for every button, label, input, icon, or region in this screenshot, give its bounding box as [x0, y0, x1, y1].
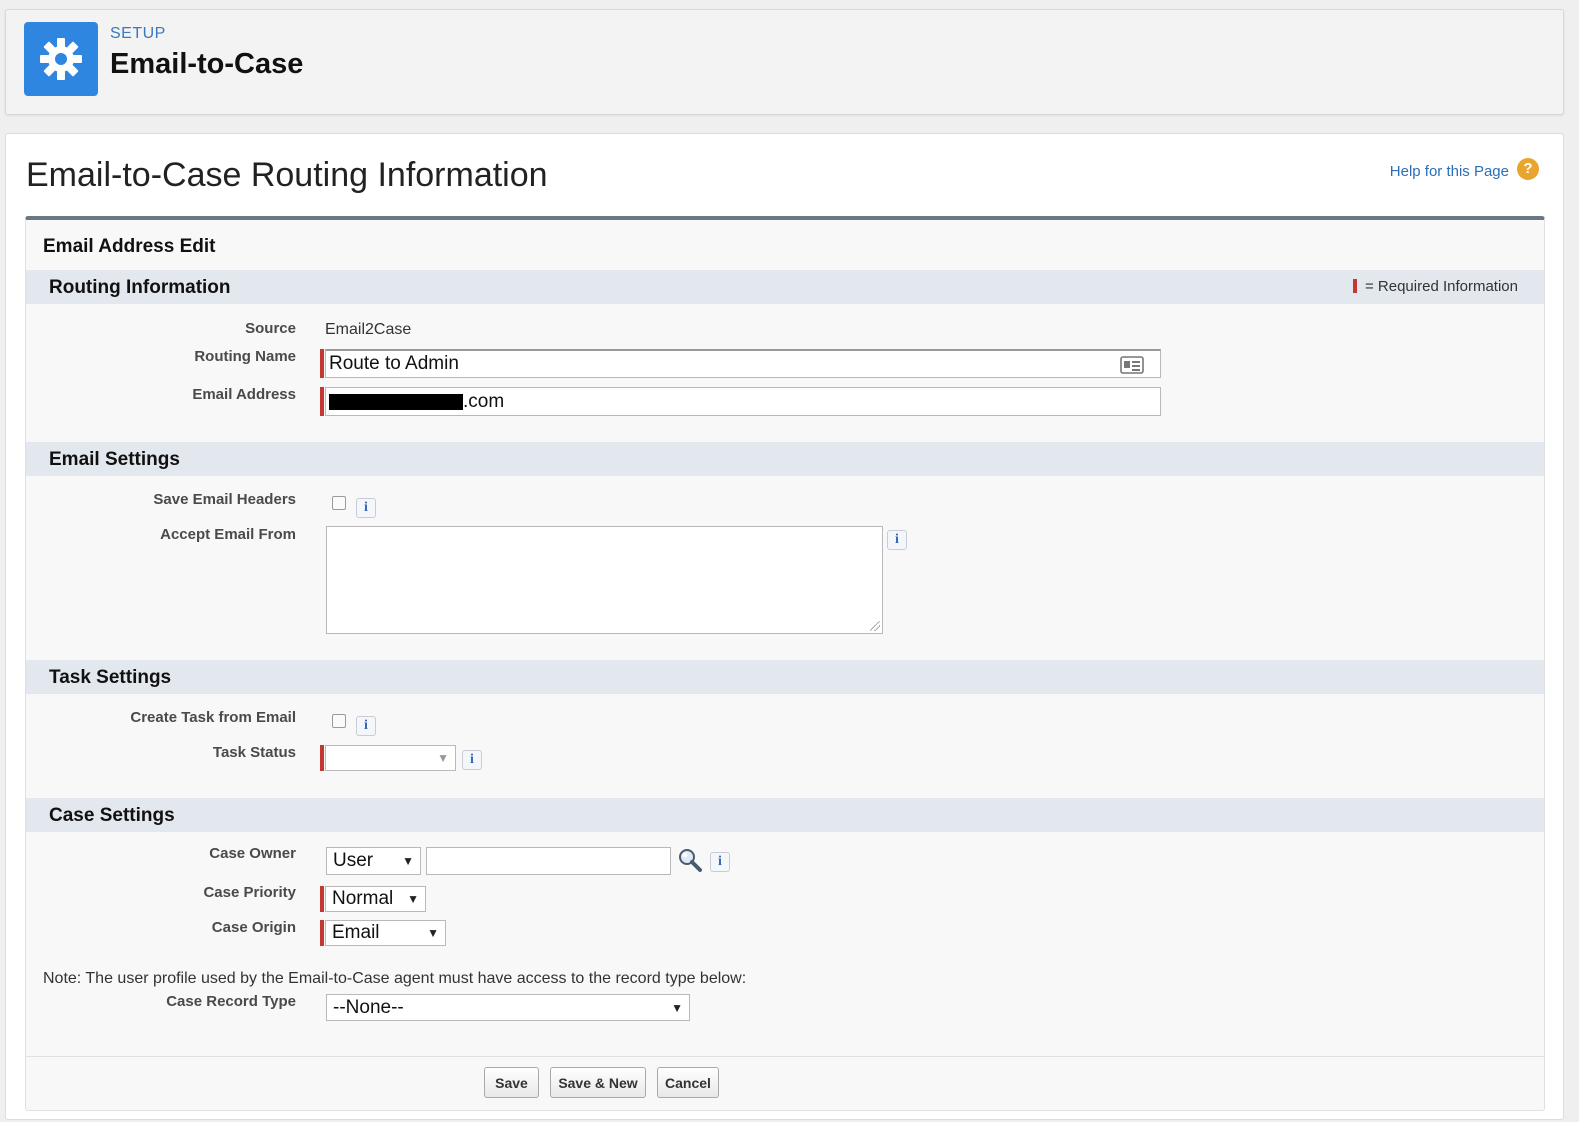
save-button[interactable]: Save — [484, 1067, 539, 1098]
source-value: Email2Case — [325, 321, 412, 338]
case-record-type-label: Case Record Type — [166, 993, 296, 1010]
case-origin-value: Email — [332, 922, 380, 943]
chevron-down-icon: ▼ — [407, 892, 419, 906]
redacted-block — [329, 393, 463, 410]
setup-header: SETUP Email-to-Case — [5, 9, 1564, 115]
required-legend: = Required Information — [1352, 278, 1518, 295]
case-origin-label: Case Origin — [211, 919, 296, 936]
chevron-down-icon: ▼ — [402, 854, 414, 868]
section-email-settings: Email Settings — [26, 442, 1544, 476]
case-record-type-select[interactable]: --None-- ▼ — [326, 994, 690, 1021]
save-email-headers-checkbox[interactable] — [332, 496, 346, 510]
save-email-headers-label: Save Email Headers — [153, 491, 296, 508]
routing-name-value: Route to Admin — [329, 353, 459, 374]
accept-email-from-label: Accept Email From — [160, 526, 296, 543]
section-title: Task Settings — [49, 667, 172, 688]
source-label: Source — [245, 320, 296, 337]
block-title: Email Address Edit — [43, 236, 216, 257]
cancel-button[interactable]: Cancel — [657, 1067, 719, 1098]
question-icon[interactable]: ? — [1517, 158, 1539, 180]
section-case-settings: Case Settings — [26, 798, 1544, 832]
case-priority-label: Case Priority — [203, 884, 296, 901]
section-task-settings: Task Settings — [26, 660, 1544, 694]
save-and-new-button[interactable]: Save & New — [550, 1067, 646, 1098]
case-record-type-value: --None-- — [333, 996, 404, 1018]
section-routing-information: Routing Information = Required Informati… — [26, 270, 1544, 304]
create-task-checkbox[interactable] — [332, 714, 346, 728]
case-owner-input[interactable] — [426, 847, 671, 875]
main-card: Email-to-Case Routing Information Help f… — [5, 133, 1564, 1120]
case-priority-select[interactable]: Normal ▼ — [325, 886, 426, 912]
info-icon[interactable]: i — [356, 498, 376, 518]
gear-icon — [24, 22, 98, 96]
email-address-input[interactable]: .com — [325, 387, 1161, 416]
resize-grip-icon[interactable] — [870, 621, 880, 631]
info-icon[interactable]: i — [462, 750, 482, 770]
page-title: Email-to-Case Routing Information — [26, 156, 548, 194]
task-status-select[interactable]: ▼ — [325, 745, 456, 771]
required-legend-text: = Required Information — [1364, 278, 1518, 295]
required-marker — [1352, 279, 1357, 293]
chevron-down-icon: ▼ — [671, 1000, 683, 1015]
case-priority-value: Normal — [332, 888, 394, 909]
create-task-label: Create Task from Email — [130, 709, 296, 726]
info-icon[interactable]: i — [710, 852, 730, 872]
case-origin-select[interactable]: Email ▼ — [325, 920, 446, 946]
section-title: Routing Information — [49, 277, 231, 298]
lookup-icon[interactable] — [677, 847, 703, 873]
required-marker — [320, 349, 324, 378]
button-bar: Save Save & New Cancel — [26, 1056, 1544, 1111]
chevron-down-icon: ▼ — [427, 926, 439, 940]
setup-eyebrow: SETUP — [110, 25, 166, 42]
chevron-down-icon: ▼ — [437, 751, 449, 765]
required-marker — [320, 920, 324, 946]
case-owner-label: Case Owner — [209, 845, 296, 862]
required-marker — [320, 745, 324, 771]
case-owner-type-select[interactable]: User ▼ — [326, 847, 421, 875]
email-address-edit-block: Email Address Edit Routing Information =… — [25, 216, 1545, 1111]
setup-title: Email-to-Case — [110, 48, 304, 80]
routing-name-input[interactable]: Route to Admin — [325, 349, 1161, 378]
email-address-label: Email Address — [192, 386, 296, 403]
case-owner-type-value: User — [333, 850, 374, 871]
section-title: Case Settings — [49, 805, 175, 826]
required-marker — [320, 387, 324, 416]
task-status-label: Task Status — [212, 744, 296, 761]
required-marker — [320, 886, 324, 912]
record-type-note: Note: The user profile used by the Email… — [43, 970, 747, 987]
accept-email-from-textarea[interactable] — [326, 526, 883, 634]
info-icon[interactable]: i — [887, 530, 907, 550]
help-link[interactable]: Help for this Page — [1390, 163, 1509, 180]
routing-name-label: Routing Name — [194, 348, 296, 365]
section-title: Email Settings — [49, 449, 180, 470]
email-address-value: .com — [463, 390, 505, 412]
info-icon[interactable]: i — [356, 716, 376, 736]
contact-card-icon[interactable] — [1120, 356, 1144, 374]
